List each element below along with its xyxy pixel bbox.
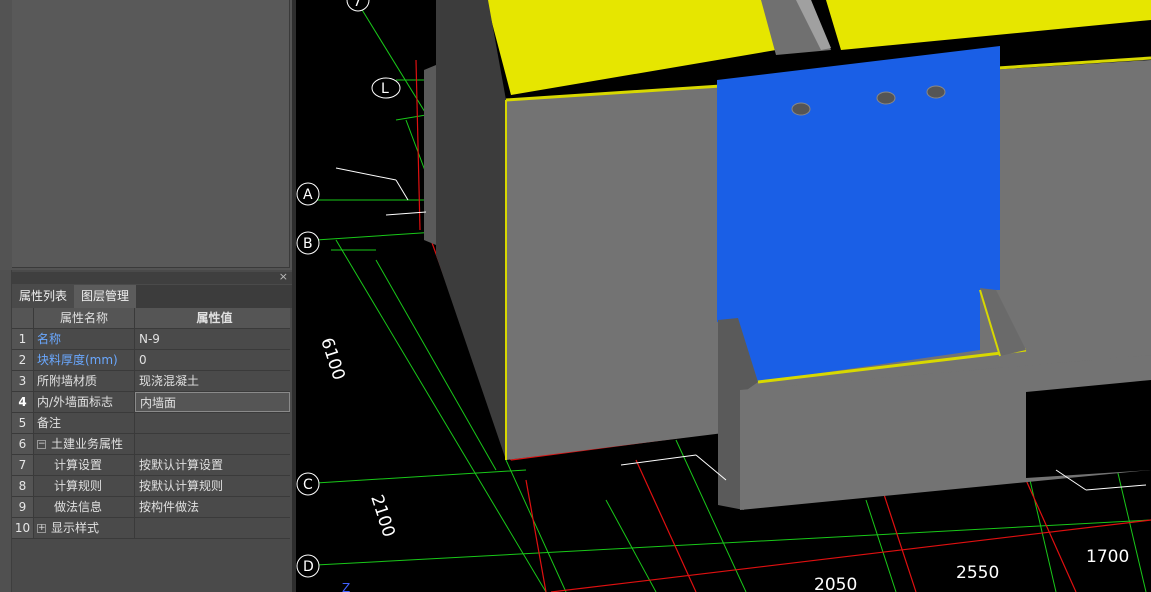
panel-tabs: 属性列表 图层管理: [12, 285, 292, 308]
roof-slab-right: [826, 0, 1151, 50]
dimension-2100: 2100: [366, 492, 398, 539]
property-row-name[interactable]: 1 名称 N-9: [12, 329, 290, 350]
dimension-2550: 2550: [956, 563, 999, 583]
property-row-display-style[interactable]: 10 + 显示样式: [12, 518, 290, 539]
axis-label-7: 7: [353, 0, 362, 10]
expand-icon[interactable]: +: [37, 524, 46, 533]
axis-label-d: D: [303, 559, 314, 575]
upper-pane: [0, 0, 292, 270]
tab-property-list[interactable]: 属性列表: [12, 285, 75, 308]
collapse-icon[interactable]: −: [37, 440, 46, 449]
property-row-wall-face-flag[interactable]: 4 内/外墙面标志 内墙面: [12, 392, 290, 413]
wall-left-small: [424, 65, 436, 245]
properties-panel-titlebar: ×: [12, 270, 292, 284]
axis-label-c: C: [303, 477, 313, 493]
axis-label-b: B: [303, 236, 313, 252]
property-row-calc-rules[interactable]: 8 计算规则 按默认计算规则: [12, 476, 290, 497]
column-header-name: 属性名称: [34, 308, 135, 328]
value-cell[interactable]: 按默认计算设置: [135, 455, 290, 475]
value-cell[interactable]: 现浇混凝土: [135, 371, 290, 391]
property-row-method-info[interactable]: 9 做法信息 按构件做法: [12, 497, 290, 518]
wall-left-side: [436, 0, 506, 460]
model-canvas[interactable]: A B C D 7 L 6100 2100 2050 2550 1700 Z: [296, 0, 1151, 592]
opening-hole: [926, 85, 946, 99]
value-cell-editing[interactable]: 内墙面: [135, 392, 290, 412]
axis-label-a: A: [303, 187, 313, 203]
opening-hole: [876, 91, 896, 105]
dimension-2050: 2050: [814, 575, 857, 592]
property-row-civil-group[interactable]: 6 − 土建业务属性: [12, 434, 290, 455]
value-cell[interactable]: N-9: [135, 329, 290, 349]
value-cell[interactable]: 按构件做法: [135, 497, 290, 517]
dimension-1700: 1700: [1086, 547, 1129, 567]
dimension-6100: 6100: [316, 335, 348, 382]
axis-gizmo-z: Z: [342, 581, 350, 592]
value-cell[interactable]: 按默认计算规则: [135, 476, 290, 496]
3d-viewport[interactable]: A B C D 7 L 6100 2100 2050 2550 1700 Z: [296, 0, 1151, 592]
property-row-remarks[interactable]: 5 备注: [12, 413, 290, 434]
property-row-calc-settings[interactable]: 7 计算设置 按默认计算设置: [12, 455, 290, 476]
property-row-wall-material[interactable]: 3 所附墙材质 现浇混凝土: [12, 371, 290, 392]
value-cell[interactable]: 0: [135, 350, 290, 370]
close-icon[interactable]: ×: [279, 270, 288, 283]
selected-wall-face[interactable]: [717, 46, 1000, 382]
grid-header: 属性名称 属性值: [12, 308, 290, 329]
tab-layer-management[interactable]: 图层管理: [74, 285, 137, 308]
column-header-value: 属性值: [135, 308, 290, 328]
value-cell[interactable]: [135, 413, 290, 433]
property-grid: 属性名称 属性值 1 名称 N-9 2 块料厚度(mm) 0 3 所附墙材质 现…: [12, 308, 290, 539]
opening-hole: [791, 102, 811, 116]
left-panel: × 属性列表 图层管理 属性名称 属性值 1 名称 N-9 2 块料厚度(mm)…: [0, 0, 296, 592]
property-row-thickness[interactable]: 2 块料厚度(mm) 0: [12, 350, 290, 371]
axis-label-l: L: [381, 81, 389, 97]
